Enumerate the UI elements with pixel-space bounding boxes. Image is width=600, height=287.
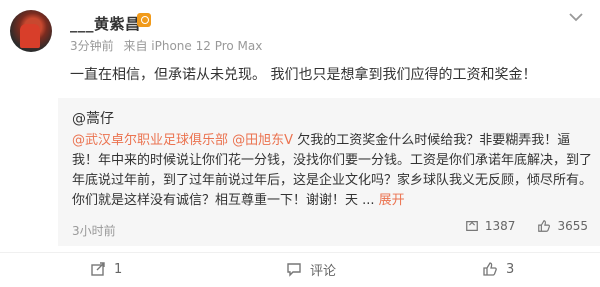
repost-button[interactable]: 1: [90, 259, 122, 279]
repost-like-count[interactable]: 3655: [537, 219, 588, 233]
share-icon: [91, 262, 105, 276]
like-button[interactable]: 3: [482, 259, 514, 279]
repost-stats: 1387 3655: [443, 219, 588, 233]
thumbs-up-icon: [538, 220, 551, 232]
comment-icon: [287, 263, 301, 277]
mention-user[interactable]: @田旭东V: [232, 133, 293, 148]
expand-link[interactable]: 展开: [379, 193, 405, 208]
thumbs-up-icon: [483, 262, 497, 276]
like-button-label: 3: [506, 261, 515, 277]
vip-badge-icon: [137, 13, 151, 27]
post-source: 来自 iPhone 12 Pro Max: [123, 39, 263, 53]
chevron-down-icon: [569, 13, 583, 22]
action-bar: 1 评论 3: [0, 252, 600, 284]
comment-button-label: 评论: [310, 263, 337, 279]
avatar[interactable]: [10, 10, 52, 52]
repost-like-value: 3655: [557, 219, 588, 233]
post-text: 一直在相信，但承诺从未兑现。 我们也只是想拿到我们应得的工资和奖金！: [70, 67, 537, 83]
post-header: ___黄紫昌 3分钟前 来自 iPhone 12 Pro Max: [0, 0, 600, 60]
repost-count-value: 1387: [484, 219, 516, 233]
repost-time[interactable]: 3小时前: [72, 222, 116, 239]
repost-icon: [466, 221, 478, 231]
username[interactable]: ___黄紫昌: [70, 13, 141, 34]
avatar-figure: [20, 24, 40, 48]
more-options-button[interactable]: [566, 10, 586, 24]
repost-card[interactable]: @蒿仔 @武汉卓尔职业足球俱乐部 @田旭东V 欠我的工资奖金什么时候给我？非要糊…: [58, 98, 600, 246]
repost-text: @武汉卓尔职业足球俱乐部 @田旭东V 欠我的工资奖金什么时候给我？非要糊弄我！逼…: [72, 131, 592, 211]
repost-author[interactable]: @蒿仔: [72, 108, 114, 128]
comment-button[interactable]: 评论: [286, 259, 336, 279]
post-time[interactable]: 3分钟前: [70, 39, 114, 53]
mention-club[interactable]: @武汉卓尔职业足球俱乐部: [72, 133, 228, 148]
repost-button-label: 1: [114, 261, 123, 277]
repost-count[interactable]: 1387: [465, 219, 516, 233]
post-meta: 3分钟前 来自 iPhone 12 Pro Max: [70, 37, 262, 54]
